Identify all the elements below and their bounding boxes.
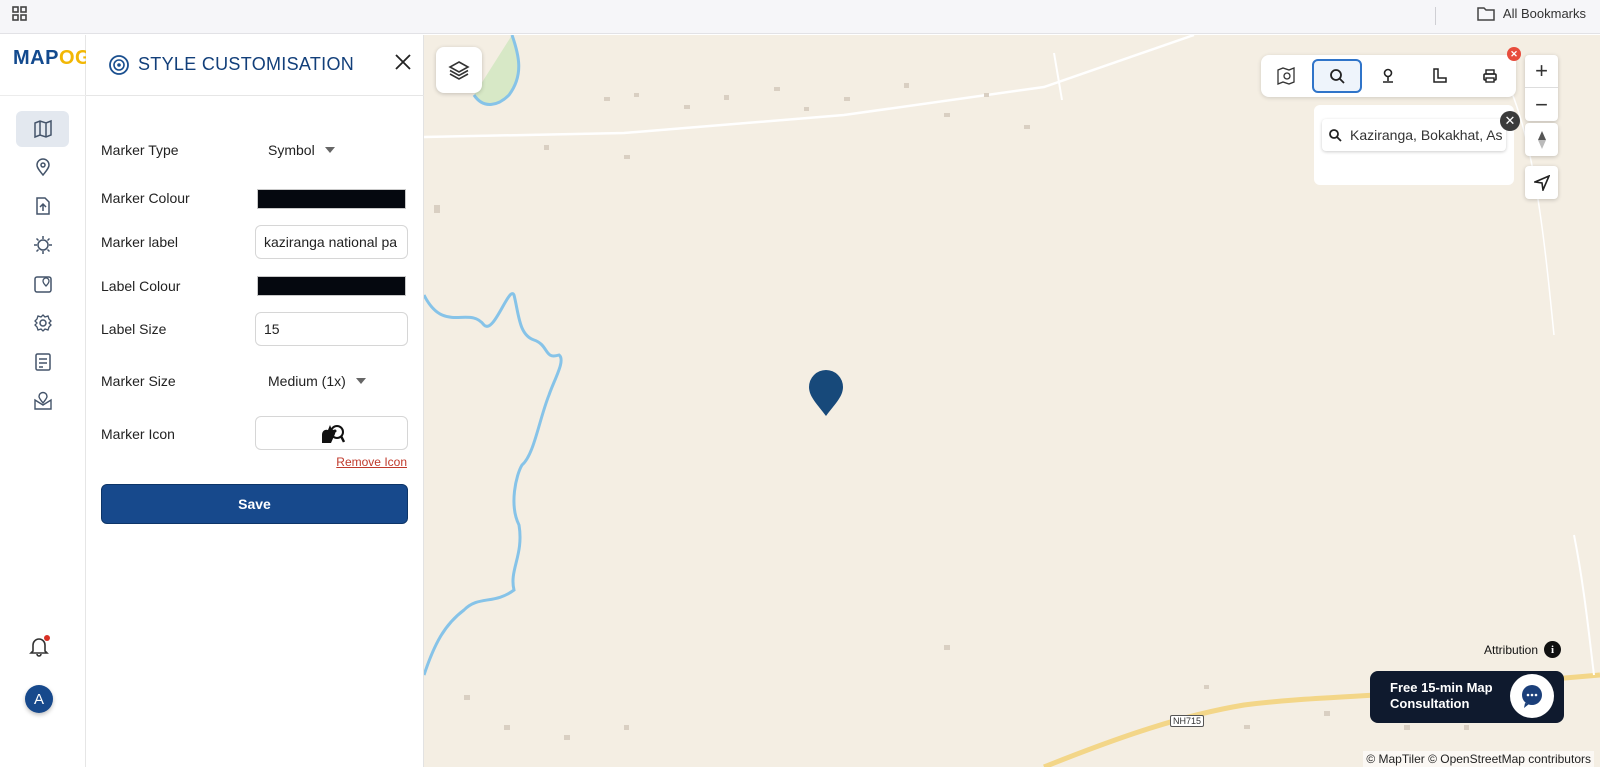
ruler-icon bbox=[1433, 68, 1447, 83]
road-east bbox=[1573, 534, 1595, 676]
label-size-input[interactable]: 15 bbox=[255, 312, 408, 346]
locate-me-button[interactable] bbox=[1525, 166, 1558, 199]
logo-main-text: MAP bbox=[13, 47, 59, 69]
road-north bbox=[424, 35, 1195, 139]
search-icon bbox=[1330, 69, 1345, 84]
left-nav-rail: MAPOG A bbox=[0, 35, 91, 767]
upload-icon bbox=[35, 197, 50, 215]
rail-item-style[interactable] bbox=[16, 227, 69, 263]
attribution-toggle[interactable]: Attribution i bbox=[1484, 641, 1562, 658]
tool-print[interactable] bbox=[1465, 59, 1515, 93]
caret-down-icon bbox=[355, 378, 366, 384]
marker-colour-picker[interactable] bbox=[257, 189, 406, 209]
river-main bbox=[424, 292, 563, 676]
marker-pin-shape bbox=[809, 370, 843, 416]
search-value: Kaziranga, Bokakhat, As bbox=[1350, 127, 1503, 143]
location-pin-icon bbox=[35, 158, 50, 177]
chat-button[interactable] bbox=[1510, 674, 1554, 718]
rail-item-location[interactable] bbox=[16, 149, 69, 185]
map-toolbar bbox=[1261, 55, 1516, 97]
rail-item-map[interactable] bbox=[16, 111, 69, 147]
tool-search[interactable] bbox=[1312, 59, 1362, 93]
marker-type-label: Marker Type bbox=[101, 142, 179, 158]
label-colour-label: Label Colour bbox=[101, 278, 181, 294]
attribution-label: Attribution bbox=[1484, 642, 1539, 657]
map-marker-icon bbox=[33, 391, 52, 410]
compass-button[interactable] bbox=[1525, 123, 1558, 156]
browser-bookmarks-bar: All Bookmarks bbox=[0, 0, 1600, 34]
info-icon: i bbox=[1544, 641, 1562, 658]
marker-type-value: Symbol bbox=[268, 142, 315, 158]
rail-item-area[interactable] bbox=[16, 266, 69, 302]
map-marker-pin[interactable] bbox=[808, 369, 844, 417]
marker-label-input[interactable]: kaziranga national pa bbox=[255, 225, 408, 259]
tool-map-view[interactable] bbox=[1261, 59, 1311, 93]
all-bookmarks-button[interactable]: All Bookmarks bbox=[1477, 6, 1586, 21]
pushpin-icon bbox=[1383, 68, 1393, 83]
panel-title: STYLE CUSTOMISATION bbox=[138, 54, 355, 74]
label-size-label: Label Size bbox=[101, 321, 167, 337]
bookmarks-divider bbox=[1435, 7, 1436, 25]
location-search-input[interactable]: Kaziranga, Bokakhat, As bbox=[1322, 119, 1506, 151]
map-pin-area-icon bbox=[33, 276, 52, 293]
search-panel: Kaziranga, Bokakhat, As bbox=[1314, 105, 1514, 185]
rail-item-tasks[interactable] bbox=[16, 344, 69, 380]
save-button[interactable]: Save bbox=[101, 484, 408, 524]
navigation-arrow-icon bbox=[1533, 174, 1550, 191]
compass-icon bbox=[1537, 130, 1546, 149]
marker-icon-label: Marker Icon bbox=[101, 426, 175, 442]
remove-icon-link[interactable]: Remove Icon bbox=[336, 455, 407, 469]
rail-item-settings[interactable] bbox=[16, 305, 69, 341]
marker-size-dropdown[interactable]: Medium (1x) bbox=[268, 373, 366, 389]
all-bookmarks-label: All Bookmarks bbox=[1502, 6, 1586, 21]
zoom-control: + − bbox=[1525, 55, 1558, 121]
sun-icon bbox=[33, 236, 52, 254]
mapog-logo[interactable]: MAPOG bbox=[13, 47, 91, 70]
palette-icon bbox=[109, 55, 129, 75]
panel-header: STYLE CUSTOMISATION bbox=[86, 35, 424, 96]
tool-measure[interactable] bbox=[1414, 59, 1464, 93]
map-credits: © MapTiler © OpenStreetMap contributors bbox=[1363, 751, 1594, 767]
zoom-in-button[interactable]: + bbox=[1525, 55, 1558, 88]
close-icon[interactable] bbox=[392, 51, 414, 73]
style-customisation-panel: STYLE CUSTOMISATION Marker Type Symbol M… bbox=[86, 35, 424, 767]
tool-pin[interactable] bbox=[1363, 59, 1413, 93]
map-canvas[interactable]: ✕ Kaziranga, Bokakhat, As ✕ + − NH715 At… bbox=[424, 35, 1600, 767]
map-icon bbox=[33, 119, 52, 139]
rail-item-markers[interactable] bbox=[16, 383, 69, 419]
road-north-branch bbox=[1053, 52, 1063, 101]
marker-size-label: Marker Size bbox=[101, 373, 176, 389]
marker-label-label: Marker label bbox=[101, 234, 179, 250]
map-search-icon bbox=[1277, 67, 1295, 85]
label-colour-picker[interactable] bbox=[257, 276, 406, 296]
marker-type-dropdown[interactable]: Symbol bbox=[268, 142, 335, 158]
road-shield-label: NH715 bbox=[1170, 715, 1205, 727]
marker-icon-picker[interactable] bbox=[255, 416, 408, 450]
caret-down-icon bbox=[324, 147, 335, 153]
clear-search-button[interactable]: ✕ bbox=[1500, 111, 1520, 131]
chat-bubble-icon bbox=[1522, 685, 1542, 708]
layers-icon bbox=[448, 61, 470, 80]
apps-grid-icon[interactable] bbox=[11, 5, 29, 23]
toolbar-close-button[interactable]: ✕ bbox=[1507, 47, 1521, 61]
rail-item-upload[interactable] bbox=[16, 188, 69, 224]
rail-divider bbox=[0, 95, 86, 96]
folder-icon bbox=[1477, 7, 1495, 21]
user-avatar[interactable]: A bbox=[25, 685, 53, 713]
layers-button[interactable] bbox=[436, 47, 482, 93]
settings-icon bbox=[33, 314, 52, 332]
wildlife-icon bbox=[321, 425, 345, 443]
notification-dot bbox=[44, 635, 50, 641]
printer-icon bbox=[1483, 69, 1497, 83]
marker-colour-label: Marker Colour bbox=[101, 190, 190, 206]
zoom-out-button[interactable]: − bbox=[1525, 88, 1558, 121]
search-icon bbox=[1329, 129, 1342, 142]
checklist-icon bbox=[34, 353, 51, 371]
marker-size-value: Medium (1x) bbox=[268, 373, 346, 389]
